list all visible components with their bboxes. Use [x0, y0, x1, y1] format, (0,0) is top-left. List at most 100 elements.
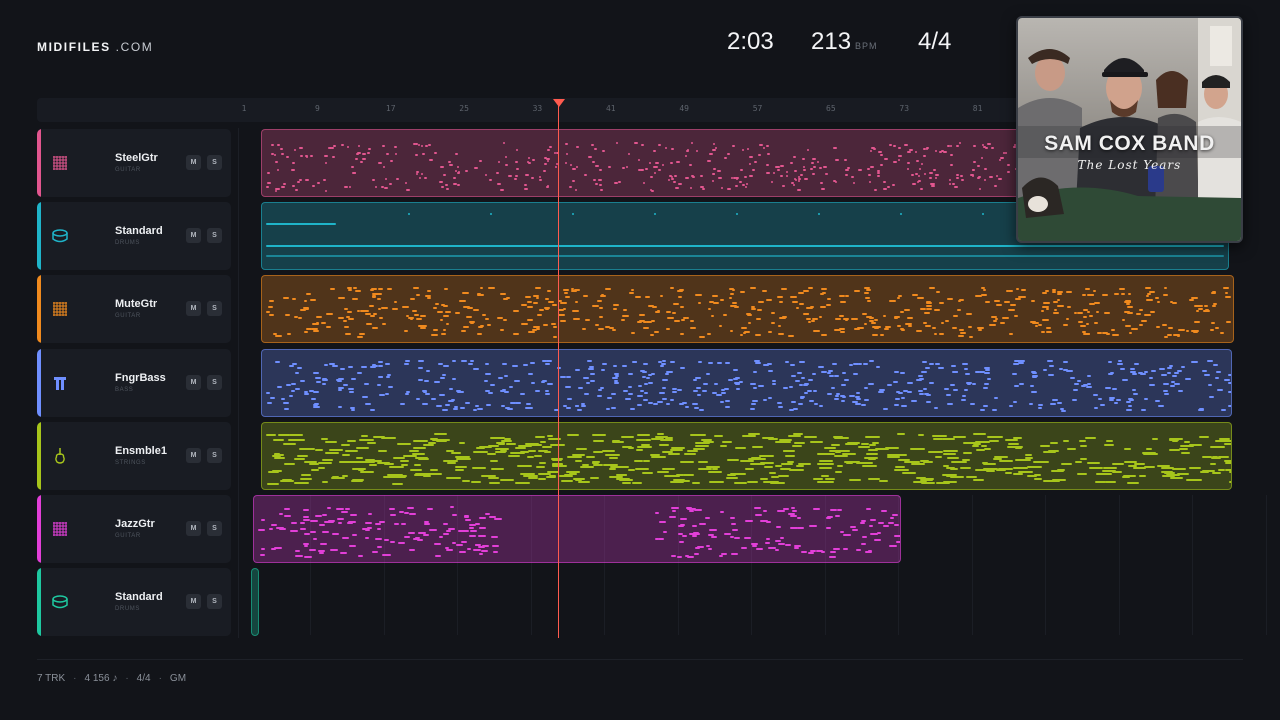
midi-note — [661, 386, 667, 389]
midi-note — [387, 287, 392, 290]
midi-note — [1018, 361, 1024, 364]
midi-note — [299, 477, 313, 480]
midi-note — [708, 470, 722, 473]
midi-note — [490, 535, 498, 538]
midi-note — [916, 181, 920, 183]
midi-note — [840, 395, 845, 398]
midi-note — [500, 189, 505, 192]
midi-note — [693, 552, 700, 555]
midi-note — [282, 402, 289, 405]
midi-note — [963, 442, 979, 445]
midi-note — [397, 443, 411, 446]
midi-note — [456, 165, 460, 168]
midi-note — [1209, 328, 1214, 331]
midi-note — [751, 544, 758, 547]
midi-note — [418, 176, 422, 179]
midi-note — [1034, 473, 1041, 476]
midi-note — [933, 308, 941, 311]
midi-note — [395, 153, 398, 156]
midi-note — [904, 143, 909, 146]
midi-note — [578, 386, 584, 389]
midi-note — [455, 465, 468, 468]
midi-note — [381, 553, 389, 556]
midi-note — [1107, 360, 1112, 363]
midi-note — [786, 174, 789, 177]
midi-note — [374, 185, 378, 188]
midi-note — [758, 300, 764, 303]
midi-note — [938, 301, 944, 304]
midi-note — [989, 324, 997, 327]
midi-note — [819, 305, 825, 308]
playhead-handle[interactable] — [553, 99, 565, 107]
midi-note — [718, 176, 722, 179]
midi-note — [1009, 304, 1017, 307]
midi-note — [739, 380, 743, 383]
midi-note — [942, 453, 957, 456]
midi-note — [416, 171, 420, 174]
midi-note — [1027, 465, 1042, 468]
midi-note — [854, 395, 860, 398]
midi-note — [1208, 395, 1214, 398]
midi-note — [972, 161, 976, 163]
midi-note — [1207, 359, 1213, 362]
midi-note — [304, 331, 308, 334]
midi-note — [779, 537, 785, 540]
midi-note — [687, 449, 699, 452]
midi-note — [331, 533, 339, 536]
midi-note — [934, 332, 938, 335]
midi-note — [808, 400, 814, 403]
midi-note — [469, 529, 477, 532]
midi-clip[interactable] — [261, 421, 1232, 490]
midi-note — [1227, 382, 1231, 385]
midi-note — [359, 161, 363, 164]
midi-note — [1018, 382, 1025, 385]
midi-note — [433, 306, 437, 309]
midi-note — [840, 400, 846, 403]
midi-note — [979, 187, 982, 190]
midi-note — [1159, 367, 1165, 370]
midi-note — [355, 152, 359, 155]
midi-note — [839, 531, 844, 534]
midi-clip[interactable] — [261, 348, 1232, 417]
midi-note — [449, 506, 454, 509]
midi-note — [700, 174, 703, 177]
midi-note — [299, 146, 303, 149]
midi-note — [542, 169, 546, 172]
midi-note — [509, 386, 514, 389]
midi-note — [434, 554, 442, 557]
midi-clip[interactable] — [253, 495, 901, 563]
midi-note — [592, 161, 595, 163]
midi-clip[interactable] — [261, 275, 1234, 344]
midi-note — [712, 392, 717, 395]
midi-note — [753, 370, 758, 373]
midi-note — [690, 319, 694, 322]
midi-note — [671, 506, 679, 509]
midi-note — [346, 310, 352, 313]
midi-note — [915, 160, 919, 162]
playhead[interactable] — [558, 106, 559, 638]
midi-note — [861, 442, 869, 445]
midi-note — [583, 377, 589, 380]
midi-clip[interactable] — [251, 568, 259, 637]
midi-note — [317, 182, 321, 185]
midi-note — [950, 383, 955, 386]
midi-note — [383, 538, 390, 541]
midi-note — [657, 360, 663, 363]
midi-note — [691, 524, 697, 527]
midi-note — [319, 523, 326, 526]
midi-note — [424, 294, 431, 297]
midi-note — [759, 461, 775, 464]
midi-note — [359, 439, 375, 442]
midi-note — [818, 166, 822, 169]
midi-note — [656, 470, 669, 473]
midi-note — [713, 167, 716, 170]
midi-note — [750, 286, 757, 289]
midi-note — [434, 302, 440, 305]
midi-note — [897, 391, 903, 394]
midi-note — [911, 463, 925, 466]
midi-note — [850, 526, 857, 529]
midi-note — [1117, 360, 1122, 363]
midi-note — [399, 459, 409, 462]
midi-clip[interactable] — [261, 129, 1021, 197]
midi-note — [672, 312, 676, 315]
